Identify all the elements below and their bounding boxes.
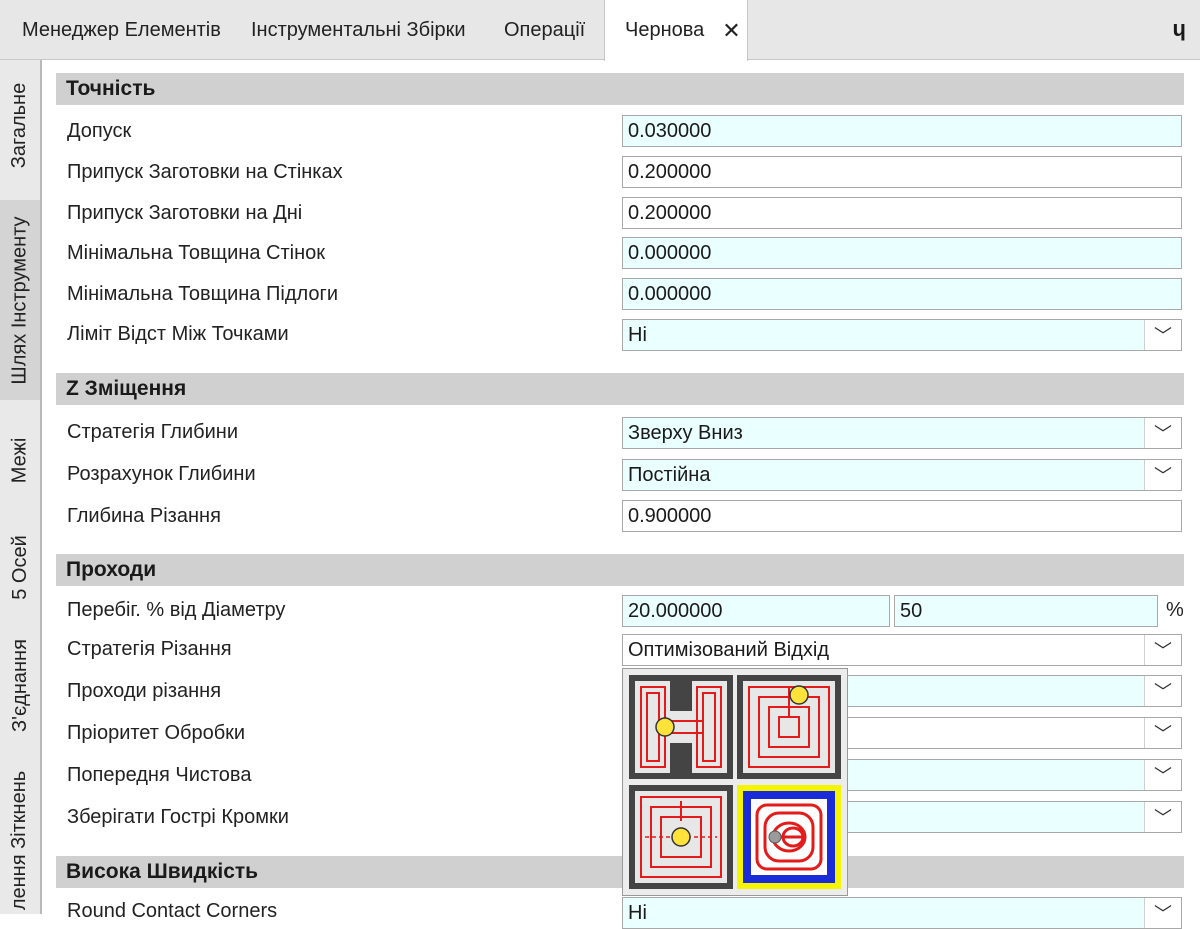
center-out-spiral-drawing	[635, 791, 727, 883]
optimized-retract-drawing	[755, 803, 823, 871]
tab-operations[interactable]: Операції	[504, 0, 585, 60]
side-tab-toolpath[interactable]: Шлях Інструменту	[0, 200, 40, 400]
document-tab-bar: Менеджер Елементів Інструментальні Збірк…	[0, 0, 1200, 61]
field-value: 0.200000	[628, 160, 712, 183]
optimized-retract-strategy-icon[interactable]	[737, 785, 841, 889]
side-tab-label: З'єднання	[8, 638, 31, 732]
center-out-spiral-strategy-icon[interactable]	[629, 785, 733, 889]
chevron-down-icon[interactable]: ﹀	[1144, 760, 1181, 790]
spiral-offset-strategy-icon[interactable]	[737, 675, 841, 779]
label-round-contact-corners: Round Contact Corners	[67, 900, 278, 922]
depth-calculation-select[interactable]: Постійна ﹀	[622, 459, 1182, 491]
field-value: Оптимізований Відхід	[628, 638, 830, 661]
chevron-down-icon[interactable]: ﹀	[1144, 460, 1181, 490]
label-point-distance-limit: Ліміт Відст Між Точками	[67, 323, 289, 345]
chevron-down-icon[interactable]: ﹀	[1144, 898, 1181, 928]
field-value: 0.030000	[628, 119, 712, 142]
side-tab-label: Загальне	[8, 82, 31, 168]
section-header-high-speed[interactable]: Висока Швидкість	[56, 856, 1184, 888]
section-header-z-offset[interactable]: Z Зміщення	[56, 373, 1184, 405]
chevron-down-icon[interactable]: ﹀	[1144, 418, 1181, 448]
field-value: Зверху Вниз	[628, 421, 743, 444]
label-cutting-passes: Проходи різання	[67, 680, 222, 702]
h-pattern-drawing	[635, 681, 727, 773]
side-tab-general[interactable]: Загальне	[0, 60, 40, 190]
strategy-picker-popup	[622, 668, 848, 896]
tab-tool-assemblies[interactable]: Інструментальні Збірки	[251, 0, 466, 60]
h-pattern-strategy-icon[interactable]	[629, 675, 733, 779]
tab-label: Інструментальні Збірки	[251, 18, 466, 41]
section-header-accuracy[interactable]: Точність	[56, 73, 1184, 105]
side-tab-links[interactable]: З'єднання	[0, 620, 40, 750]
min-floor-thickness-input[interactable]: 0.000000	[622, 278, 1182, 310]
field-value: Ні	[628, 901, 647, 924]
tab-label: Операції	[504, 18, 586, 41]
tab-label: Менеджер Елементів	[22, 18, 221, 41]
field-value: 0.000000	[628, 282, 712, 305]
label-stepover: Перебіг. % від Діаметру	[67, 599, 286, 621]
tab-roughing[interactable]: Чернова ✕	[604, 0, 748, 61]
field-value: Постійна	[628, 463, 711, 486]
min-wall-thickness-input[interactable]: 0.000000	[622, 237, 1182, 269]
label-keep-sharp-edges: Зберігати Гострі Кромки	[67, 806, 289, 828]
field-value: Ні	[628, 323, 647, 346]
side-tab-limits[interactable]: Межі	[0, 410, 40, 510]
chevron-down-icon[interactable]: ﹀	[1144, 676, 1181, 706]
side-tab-strip: Загальне Шлях Інструменту Межі 5 Осей З'…	[0, 60, 41, 914]
chevron-down-icon[interactable]: ﹀	[1144, 718, 1181, 748]
side-tab-label: 5 Осей	[8, 535, 31, 600]
depth-strategy-select[interactable]: Зверху Вниз ﹀	[622, 417, 1182, 449]
label-tolerance: Допуск	[67, 120, 132, 142]
label-machining-priority: Пріоритет Обробки	[67, 722, 246, 744]
tab-feature-manager[interactable]: Менеджер Елементів	[22, 0, 221, 60]
side-tab-label: Шлях Інструменту	[8, 215, 31, 385]
floor-stock-input[interactable]: 0.200000	[622, 197, 1182, 229]
label-floor-stock: Припуск Заготовки на Дні	[67, 202, 303, 224]
cut-depth-input[interactable]: 0.900000	[622, 500, 1182, 532]
label-cutting-strategy: Стратегія Різання	[67, 638, 232, 660]
tolerance-input[interactable]: 0.030000	[622, 115, 1182, 147]
wall-stock-input[interactable]: 0.200000	[622, 156, 1182, 188]
pin-icon[interactable]: ɥ	[1173, 16, 1186, 42]
label-depth-calculation: Розрахунок Глибини	[67, 463, 256, 485]
section-header-passes[interactable]: Проходи	[56, 554, 1184, 586]
percent-unit-label: %	[1166, 599, 1184, 621]
cutting-strategy-select[interactable]: Оптимізований Відхід ﹀	[622, 634, 1182, 666]
field-value: 50	[900, 599, 923, 622]
field-value: 20.000000	[628, 599, 723, 622]
tab-label: Чернова	[625, 19, 705, 41]
side-tab-collision[interactable]: лення Зіткнень	[0, 760, 40, 920]
close-icon[interactable]: ✕	[722, 18, 740, 44]
label-wall-stock: Припуск Заготовки на Стінках	[67, 161, 343, 183]
side-tab-label: Межі	[8, 437, 31, 483]
stepover-percent-input[interactable]: 50	[894, 595, 1158, 627]
label-min-floor-thickness: Мінімальна Товщина Підлоги	[67, 283, 339, 305]
field-value: 0.000000	[628, 241, 712, 264]
chevron-down-icon[interactable]: ﹀	[1144, 802, 1181, 832]
stepover-value-input[interactable]: 20.000000	[622, 595, 890, 627]
side-tab-5-axis[interactable]: 5 Осей	[0, 520, 40, 615]
round-contact-corners-select[interactable]: Ні ﹀	[622, 897, 1182, 929]
field-value: 0.900000	[628, 504, 712, 527]
label-min-wall-thickness: Мінімальна Товщина Стінок	[67, 242, 325, 264]
point-distance-limit-select[interactable]: Ні ﹀	[622, 319, 1182, 351]
chevron-down-icon[interactable]: ﹀	[1144, 635, 1181, 665]
label-depth-strategy: Стратегія Глибини	[67, 421, 238, 443]
field-value: 0.200000	[628, 201, 712, 224]
chevron-down-icon[interactable]: ﹀	[1144, 320, 1181, 350]
spiral-offset-drawing	[743, 681, 835, 773]
label-prefinish: Попередня Чистова	[67, 764, 252, 786]
label-cut-depth: Глибина Різання	[67, 505, 221, 527]
side-tab-label: лення Зіткнень	[8, 770, 31, 910]
